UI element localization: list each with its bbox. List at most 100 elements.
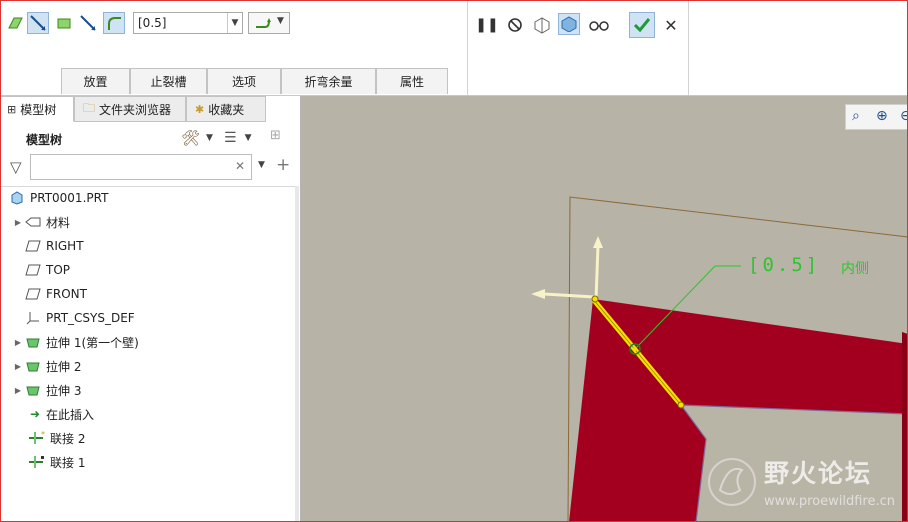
zoom-out-icon[interactable]: ⊖	[900, 108, 908, 124]
zoom-fit-icon[interactable]: ⌕	[852, 108, 860, 124]
ribbon: [0.5] ▼ ▼ ❚❚ ✕ 放置 止裂槽 选项 折弯余量 属性	[0, 0, 908, 96]
clear-icon[interactable]: ✕	[235, 159, 245, 173]
cancel-icon[interactable]: ✕	[662, 14, 680, 36]
tab-folder-browser-label: 文件夹浏览器	[99, 102, 172, 117]
tree-item-label: TOP	[46, 263, 71, 277]
coordinate-system-icon	[24, 310, 42, 326]
datum-plane-icon	[24, 286, 42, 302]
edge-endpoint	[591, 295, 599, 303]
tree-item-label: 材料	[46, 215, 71, 230]
tree-item-label: PRT0001.PRT	[30, 191, 109, 205]
drag-arrow-left	[543, 292, 595, 299]
dimension-side-label[interactable]: 内侧	[841, 258, 869, 278]
view-toolbar: ⌕ ⊕ ⊖	[845, 104, 908, 130]
bend-radius-button[interactable]	[103, 12, 125, 34]
graphics-viewport[interactable]: [0.5] 内侧 ⌕ ⊕ ⊖ 野火论坛 www.proewildfire.cn	[301, 96, 908, 522]
chevron-down-icon: ▼	[244, 133, 252, 143]
ribbon-divider	[688, 0, 689, 95]
drag-arrow-up-head	[593, 236, 603, 248]
tree-filter-options-icon[interactable]: ⊞	[270, 128, 292, 148]
tree-columns-button[interactable]: ☰ ▼	[224, 128, 262, 148]
tree-item-csys[interactable]: PRT_CSYS_DEF	[24, 306, 135, 330]
bend-side-dropdown[interactable]: ▼	[248, 12, 290, 34]
tree-item-label: 拉伸 2	[46, 359, 82, 374]
expand-icon[interactable]: ▶	[12, 362, 24, 371]
tab-placement[interactable]: 放置	[61, 68, 130, 94]
pause-icon[interactable]: ❚❚	[475, 14, 498, 36]
tree-scrollbar[interactable]	[295, 186, 299, 522]
tab-options[interactable]: 选项	[207, 68, 281, 94]
tree-item-label: 在此插入	[46, 407, 95, 422]
tab-model-tree-label: 模型树	[20, 102, 57, 117]
solid-preview-button[interactable]	[558, 13, 580, 35]
tools-icon: 🛠	[181, 129, 201, 147]
part-icon	[8, 190, 26, 206]
edge-endpoint	[677, 401, 685, 409]
tree-item-join-1[interactable]: 联接 1	[28, 450, 85, 474]
edge-select-button[interactable]	[27, 12, 49, 34]
tree-item-part[interactable]: PRT0001.PRT	[8, 186, 108, 210]
checkmark-icon	[633, 18, 651, 33]
tree-title: 模型树	[26, 133, 63, 147]
thickness-combo[interactable]: [0.5] ▼	[133, 12, 243, 34]
bend-side-icon	[256, 18, 271, 28]
tree-item-right[interactable]: RIGHT	[24, 234, 84, 258]
direction-icon[interactable]	[77, 12, 99, 34]
tree-item-extrude-1[interactable]: ▶ 拉伸 1(第一个壁)	[12, 330, 139, 354]
chevron-down-icon[interactable]: ▼	[277, 16, 284, 26]
tab-folder-browser[interactable]: 🗀 文件夹浏览器	[74, 96, 186, 122]
tab-favorites-label: 收藏夹	[208, 102, 245, 117]
leader-anchor-dot	[633, 347, 637, 351]
expand-icon[interactable]: ▶	[12, 386, 24, 395]
tree-item-label: 拉伸 3	[46, 383, 82, 398]
expand-icon[interactable]: ▶	[12, 218, 24, 227]
extrude-icon	[24, 358, 42, 374]
tree-item-label: 联接 2	[50, 431, 86, 446]
no-preview-icon[interactable]	[504, 14, 526, 36]
favorites-icon: ✱	[195, 102, 205, 116]
tree-item-insert-here[interactable]: ➜ 在此插入	[28, 402, 94, 426]
tree-item-label: RIGHT	[46, 239, 84, 253]
tree-item-extrude-2[interactable]: ▶ 拉伸 2	[12, 354, 82, 378]
chevron-down-icon[interactable]: ▼	[258, 160, 265, 170]
expand-icon[interactable]: ▶	[12, 338, 24, 347]
wall-thickness-icon[interactable]	[53, 12, 75, 34]
join-icon: *	[28, 430, 46, 446]
tree-settings-button[interactable]: 🛠 ▼	[181, 128, 217, 148]
tree-item-join-2[interactable]: * 联接 2	[28, 426, 85, 450]
tree-item-front[interactable]: FRONT	[24, 282, 87, 306]
flange-wall-icon[interactable]	[4, 12, 26, 34]
watermark-url: www.proewildfire.cn	[764, 494, 895, 509]
tab-relief[interactable]: 止裂槽	[130, 68, 207, 94]
zoom-in-icon[interactable]: ⊕	[876, 108, 888, 124]
drag-arrow-up	[594, 245, 600, 300]
add-icon[interactable]: +	[276, 155, 290, 175]
tree-search-input[interactable]: ✕	[30, 154, 252, 180]
confirm-button[interactable]	[629, 12, 655, 38]
watermark-title: 野火论坛	[764, 459, 873, 488]
datum-plane-icon	[24, 262, 42, 278]
watermark-logo-icon	[708, 458, 756, 506]
chevron-down-icon: ▼	[206, 133, 213, 143]
tab-properties[interactable]: 属性	[376, 68, 448, 94]
folder-icon: 🗀	[83, 100, 96, 115]
dimension-value[interactable]: [0.5]	[748, 254, 820, 276]
tree-item-material[interactable]: ▶ 材料	[12, 210, 70, 234]
svg-text:*: *	[41, 431, 45, 439]
model-tree-panel: ⊞ 模型树 🗀 文件夹浏览器 ✱ 收藏夹 模型树 🛠 ▼ ☰ ▼ ⊞ ▽ ✕ ▼…	[0, 96, 301, 522]
tab-favorites[interactable]: ✱ 收藏夹	[186, 96, 266, 122]
thickness-value: [0.5]	[138, 16, 167, 30]
wireframe-preview-icon[interactable]	[531, 14, 553, 36]
tree-item-extrude-3[interactable]: ▶ 拉伸 3	[12, 378, 82, 402]
tree-item-top[interactable]: TOP	[24, 258, 70, 282]
datum-plane-icon	[24, 238, 42, 254]
tab-model-tree[interactable]: ⊞ 模型树	[0, 96, 74, 122]
chevron-down-icon[interactable]: ▼	[227, 13, 242, 33]
tab-bend-allowance[interactable]: 折弯余量	[281, 68, 376, 94]
glasses-icon[interactable]	[588, 14, 610, 36]
drag-arrow-left-head	[531, 289, 545, 299]
join-icon	[28, 454, 46, 470]
tree-item-label: PRT_CSYS_DEF	[46, 311, 135, 325]
tree-icon: ⊞	[7, 102, 17, 116]
extrude-icon	[24, 334, 42, 350]
